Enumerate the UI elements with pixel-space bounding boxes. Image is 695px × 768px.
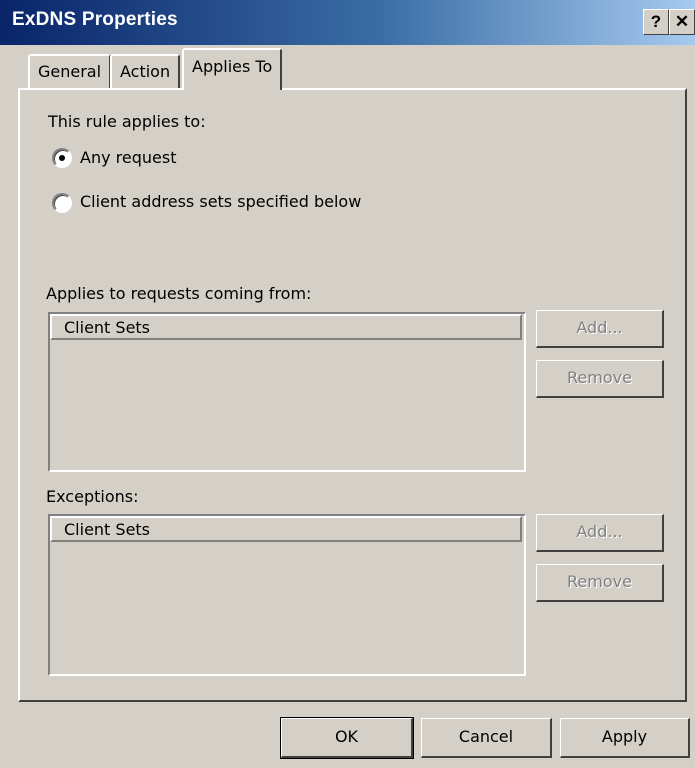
client-sets-column-header[interactable]: Client Sets <box>50 314 522 340</box>
requests-from-add-button[interactable]: Add... <box>536 310 664 348</box>
cancel-button[interactable]: Cancel <box>421 718 552 758</box>
requests-from-remove-button[interactable]: Remove <box>536 360 664 398</box>
window-title: ExDNS Properties <box>12 9 178 30</box>
properties-dialog: ExDNS Properties ? ✕ General Action Appl… <box>0 0 695 768</box>
ok-button[interactable]: OK <box>280 717 414 759</box>
client-address-sets-radio[interactable] <box>52 193 72 213</box>
requests-from-label: Applies to requests coming from: <box>46 284 312 303</box>
rule-applies-heading: This rule applies to: <box>48 112 206 131</box>
title-bar[interactable]: ExDNS Properties ? ✕ <box>0 0 695 45</box>
radio-selected-dot <box>59 155 65 161</box>
exceptions-label: Exceptions: <box>46 487 139 506</box>
tab-action[interactable]: Action <box>110 54 181 88</box>
any-request-radio[interactable] <box>52 148 72 168</box>
client-sets-column-header[interactable]: Client Sets <box>50 516 522 542</box>
tab-general[interactable]: General <box>28 54 112 88</box>
tab-applies-to[interactable]: Applies To <box>182 48 283 90</box>
help-button[interactable]: ? <box>643 9 669 35</box>
exceptions-remove-button[interactable]: Remove <box>536 564 664 602</box>
requests-from-listbox[interactable]: Client Sets <box>48 312 526 472</box>
close-button[interactable]: ✕ <box>669 9 695 35</box>
exceptions-add-button[interactable]: Add... <box>536 514 664 552</box>
exceptions-listbox[interactable]: Client Sets <box>48 514 526 676</box>
any-request-label[interactable]: Any request <box>80 148 176 167</box>
apply-button[interactable]: Apply <box>560 718 690 758</box>
tab-panel-applies-to: This rule applies to: Any request Client… <box>18 88 687 702</box>
client-address-sets-label[interactable]: Client address sets specified below <box>80 192 361 211</box>
